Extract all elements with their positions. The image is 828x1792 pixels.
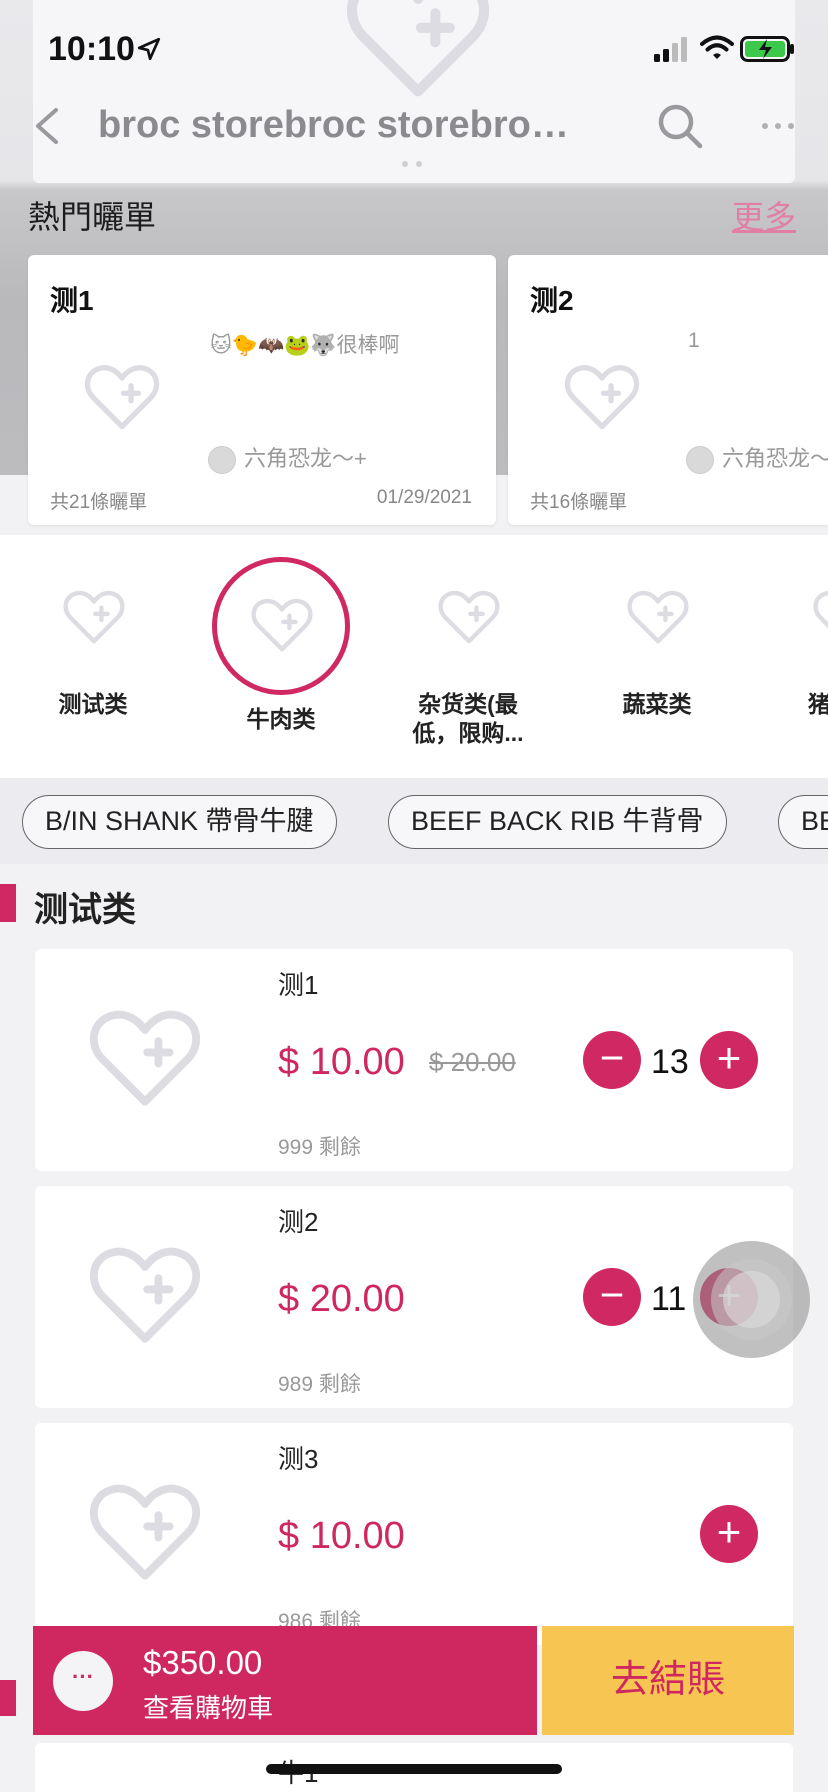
product-name: 测2 bbox=[278, 1207, 319, 1237]
category-label: 测试类 bbox=[58, 691, 128, 717]
product-price: $ 10.00 bbox=[278, 1515, 405, 1557]
product-price: $ 10.00 bbox=[278, 1041, 405, 1083]
avatar bbox=[208, 446, 236, 475]
heart-placeholder-icon bbox=[84, 363, 160, 431]
heart-placeholder-icon bbox=[627, 589, 689, 645]
product-card[interactable]: 测2 $ 20.00 989 剩餘 − 11 + bbox=[35, 1186, 793, 1408]
navigation-bar: broc storebroc storebroc storebroc store bbox=[0, 90, 828, 160]
hot-shows-more-link[interactable]: 更多 bbox=[732, 192, 796, 238]
product-stock: 999 剩餘 bbox=[278, 1136, 361, 1159]
product-name: 测3 bbox=[278, 1444, 319, 1474]
author-name: 六角恐龙～+ bbox=[722, 446, 828, 471]
show-card-text: 1 bbox=[688, 329, 700, 352]
heart-placeholder-icon bbox=[564, 363, 640, 431]
wifi-icon bbox=[700, 34, 734, 62]
view-cart-link[interactable]: 查看購物車 bbox=[143, 1688, 273, 1725]
section-title: 测试类 bbox=[34, 891, 136, 929]
heart-placeholder-icon bbox=[813, 589, 828, 645]
show-card-count: 共16條曬單 bbox=[530, 492, 628, 513]
cart-menu-icon[interactable]: ··· bbox=[53, 1651, 113, 1711]
avatar bbox=[686, 446, 714, 475]
heart-placeholder-icon bbox=[63, 589, 125, 645]
battery-charging-icon bbox=[740, 36, 796, 62]
product-original-price: $ 20.00 bbox=[429, 1047, 516, 1077]
product-stock: 989 剩餘 bbox=[278, 1373, 361, 1396]
heart-placeholder-icon bbox=[438, 589, 500, 645]
decrease-quantity-button[interactable]: − bbox=[583, 1268, 641, 1326]
hot-shows-title: 熱門曬單 bbox=[28, 199, 157, 235]
subcategory-chip[interactable]: B/IN SHANK 帶骨牛腱 bbox=[22, 795, 337, 849]
show-card-title: 测2 bbox=[530, 285, 574, 316]
product-card[interactable]: 测1 $ 10.00 $ 20.00 999 剩餘 − 13 + bbox=[35, 949, 793, 1171]
increase-quantity-button[interactable]: + bbox=[700, 1505, 758, 1563]
status-bar: 10:10 bbox=[0, 0, 828, 100]
subcategory-chip[interactable]: BE bbox=[778, 795, 828, 849]
category-item[interactable]: 杂货类(最低，限购... bbox=[383, 535, 553, 746]
more-options-icon[interactable] bbox=[760, 110, 796, 130]
decrease-quantity-button[interactable]: − bbox=[583, 1031, 641, 1089]
back-chevron-icon[interactable] bbox=[30, 106, 64, 146]
heart-placeholder-icon bbox=[89, 1007, 201, 1109]
show-card-title: 测1 bbox=[50, 285, 94, 316]
section-marker bbox=[0, 884, 16, 922]
category-label: 牛肉类 bbox=[246, 706, 316, 732]
section-marker bbox=[0, 1680, 16, 1716]
subcategory-chip[interactable]: BEEF BACK RIB 牛背骨 bbox=[388, 795, 727, 849]
product-card[interactable]: 测3 $ 10.00 986 剩餘 + bbox=[35, 1423, 793, 1645]
category-item[interactable]: 猪 bbox=[758, 535, 828, 735]
product-price: $ 20.00 bbox=[278, 1278, 405, 1320]
subcategory-chips: B/IN SHANK 帶骨牛腱 BEEF BACK RIB 牛背骨 BE bbox=[0, 778, 828, 864]
heart-placeholder-icon bbox=[89, 1244, 201, 1346]
increase-quantity-button[interactable]: + bbox=[700, 1031, 758, 1089]
assistive-touch-button[interactable] bbox=[693, 1241, 810, 1358]
show-card[interactable]: 测2 1 六角恐龙～+ 共16條曬單 bbox=[508, 255, 828, 525]
category-label: 蔬菜类 bbox=[622, 691, 692, 717]
show-card[interactable]: 测1 🐱🐤🦇🐸🐺很棒啊 六角恐龙～+ 共21條曬單 01/29/2021 bbox=[28, 255, 496, 525]
show-card-count: 共21條曬單 bbox=[50, 492, 148, 513]
store-title: broc storebroc storebroc storebroc store bbox=[98, 104, 588, 146]
search-icon[interactable] bbox=[656, 102, 704, 150]
category-label: 杂货类(最低，限购... bbox=[412, 691, 524, 746]
cart-bar[interactable]: ··· $350.00 查看購物車 bbox=[33, 1626, 537, 1735]
cellular-signal-icon bbox=[652, 36, 692, 62]
heart-placeholder-icon bbox=[89, 1481, 201, 1583]
show-card-author: 六角恐龙～+ bbox=[208, 441, 367, 475]
assistive-touch-core bbox=[723, 1271, 780, 1328]
show-card-author: 六角恐龙～+ bbox=[686, 441, 828, 475]
product-name: 测1 bbox=[278, 970, 319, 1000]
category-item[interactable]: 测试类 bbox=[8, 535, 178, 735]
category-item-selected[interactable]: 牛肉类 bbox=[196, 535, 366, 735]
checkout-button[interactable]: 去結賬 bbox=[542, 1626, 794, 1735]
category-bar: 测试类 牛肉类 杂货类(最低，限购... 蔬菜类 猪 bbox=[0, 535, 828, 778]
cart-total: $350.00 bbox=[143, 1644, 263, 1681]
show-card-date: 01/29/2021 bbox=[376, 487, 472, 508]
author-name: 六角恐龙～+ bbox=[244, 446, 367, 471]
quantity-value: 11 bbox=[651, 1280, 687, 1318]
heart-placeholder-icon bbox=[251, 597, 313, 653]
show-card-text: 🐱🐤🦇🐸🐺很棒啊 bbox=[210, 334, 400, 357]
category-label: 猪 bbox=[808, 691, 828, 717]
page-indicator bbox=[402, 154, 432, 167]
status-time: 10:10 bbox=[48, 30, 135, 68]
home-indicator[interactable] bbox=[266, 1764, 562, 1774]
category-item[interactable]: 蔬菜类 bbox=[572, 535, 742, 735]
location-arrow-icon bbox=[136, 36, 162, 62]
quantity-value: 13 bbox=[651, 1043, 689, 1081]
